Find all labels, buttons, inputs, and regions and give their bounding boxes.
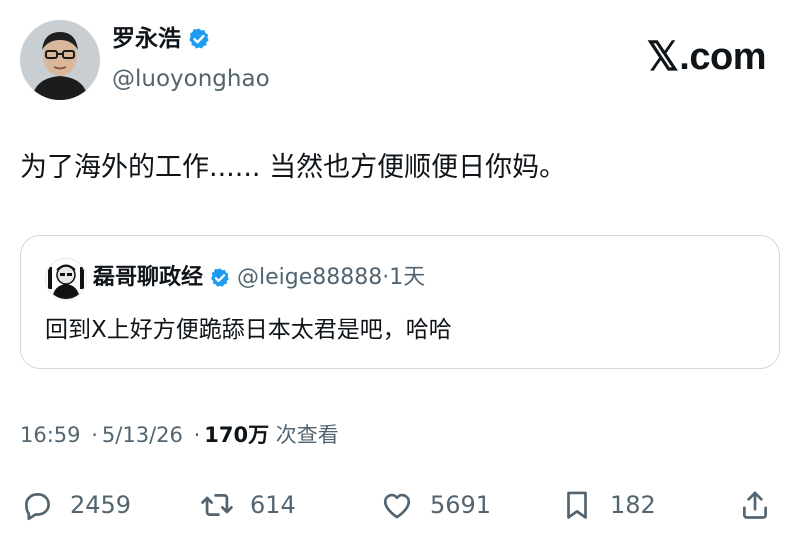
quoted-tweet-card[interactable]: 磊哥聊政经 @leige88888 · 1天 回到X上好方便跪舔日本太君是吧，哈… <box>20 235 780 369</box>
meta-separator: · <box>91 423 98 447</box>
like-button[interactable]: 5691 <box>380 480 491 530</box>
quote-separator: · <box>382 265 390 290</box>
bookmark-icon <box>567 491 587 519</box>
quote-author-avatar[interactable] <box>45 258 87 300</box>
like-count: 5691 <box>430 491 492 519</box>
tweet-meta: 16:59 · 5/13/26 · 170万 次查看 <box>20 420 339 450</box>
brand-domain: .com <box>679 35 766 78</box>
quote-text: 回到X上好方便跪舔日本太君是吧，哈哈 <box>45 317 452 343</box>
author-name-row[interactable]: 罗永浩 <box>112 24 211 54</box>
views-count: 170万 <box>204 423 270 447</box>
quote-verified-badge-icon <box>211 268 229 287</box>
bookmark-button[interactable]: 182 <box>560 480 656 530</box>
quote-age[interactable]: 1天 <box>389 262 425 294</box>
retweet-button[interactable]: 614 <box>200 480 296 530</box>
heart-icon <box>383 493 411 519</box>
reply-icon <box>25 493 50 521</box>
bookmark-count: 182 <box>610 491 656 519</box>
views-label: 次查看 <box>275 423 339 447</box>
quote-avatar-image <box>46 259 86 299</box>
author-name[interactable]: 罗永浩 <box>112 24 181 54</box>
quote-author-name[interactable]: 磊哥聊政经 <box>93 262 203 294</box>
quote-author-handle[interactable]: @leige88888 <box>237 262 382 294</box>
retweet-icon <box>201 494 233 516</box>
tweet-time[interactable]: 16:59 <box>20 423 81 447</box>
author-avatar[interactable] <box>20 20 100 100</box>
author-avatar-image <box>20 20 100 100</box>
retweet-count: 614 <box>250 491 296 519</box>
reply-count: 2459 <box>70 491 132 519</box>
brand-logo: 𝕏 .com <box>646 34 767 80</box>
action-bar: 2459 614 5691 182 <box>20 480 780 530</box>
reply-button[interactable]: 2459 <box>20 480 131 530</box>
author-handle[interactable]: @luoyonghao <box>112 64 270 94</box>
meta-separator: · <box>193 423 201 447</box>
share-icon <box>743 491 767 519</box>
tweet-date[interactable]: 5/13/26 <box>102 423 183 447</box>
share-button[interactable] <box>738 480 772 530</box>
tweet-text: 为了海外的工作...... 当然也方便顺便日你妈。 <box>20 152 567 183</box>
quote-header: 磊哥聊政经 @leige88888 · 1天 <box>93 262 425 294</box>
x-logo-icon: 𝕏 <box>646 35 679 79</box>
verified-badge-icon <box>189 28 209 49</box>
